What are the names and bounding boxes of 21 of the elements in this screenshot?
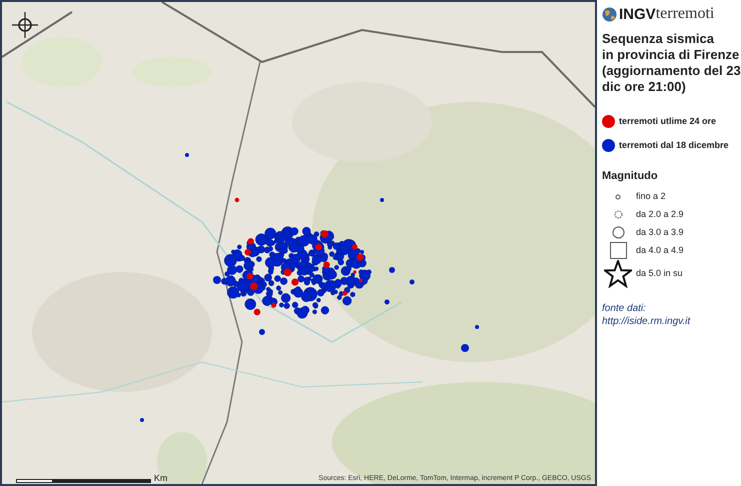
circle-icon bbox=[612, 226, 624, 239]
magnitude-label: da 2.0 a 2.9 bbox=[636, 208, 684, 221]
square-icon bbox=[610, 242, 626, 259]
scale-unit: Km bbox=[154, 473, 168, 483]
logo-suffix: terremoti bbox=[656, 6, 714, 22]
star-icon bbox=[604, 260, 632, 288]
magnitude-label: fino a 2 bbox=[636, 190, 666, 203]
legend-label: terremoti dal 18 dicembre bbox=[619, 138, 729, 152]
dotted-circle-icon bbox=[614, 210, 622, 219]
magnitude-label: da 5.0 in su bbox=[636, 266, 683, 280]
small-circle-icon bbox=[615, 194, 621, 200]
logo-brand: INGV bbox=[619, 6, 656, 22]
legend-heading: Magnitudo bbox=[602, 169, 659, 184]
globe-icon bbox=[602, 6, 617, 22]
magnitude-label: da 3.0 a 3.9 bbox=[636, 226, 684, 239]
magnitude-label: da 4.0 a 4.9 bbox=[636, 244, 684, 257]
compass-icon bbox=[11, 11, 39, 39]
source-url: http://iside.rm.ingv.it bbox=[602, 314, 692, 328]
legend-label: terremoti utlime 24 ore bbox=[619, 115, 716, 128]
map-title: Sequenza sismica in provincia di Firenze (aggiornamento del 23 dic ore 21:00) bbox=[602, 31, 741, 95]
source-label: fonte dati: bbox=[602, 302, 647, 314]
